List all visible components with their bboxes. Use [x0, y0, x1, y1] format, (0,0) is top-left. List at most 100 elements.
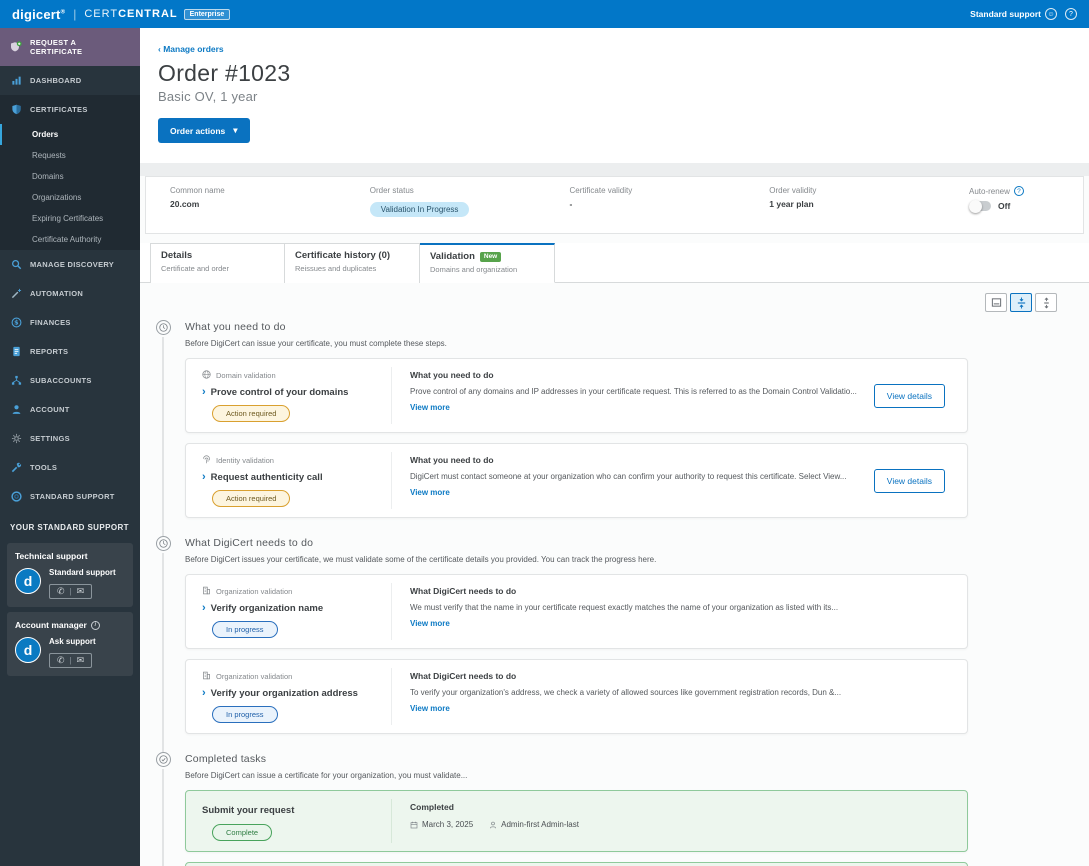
globe-icon — [202, 370, 211, 381]
section-description: Before DigiCert issues your certificate,… — [185, 555, 657, 564]
technical-support-card: Technical support d Standard support ✆ |… — [7, 543, 133, 607]
section-what-digicert-needs-to-do: What DigiCert needs to do Before DigiCer… — [140, 536, 1089, 752]
help-icon[interactable]: ? — [1065, 8, 1077, 20]
building-icon — [202, 586, 211, 597]
person-icon — [10, 404, 22, 415]
order-validity-field: Order validity 1 year plan — [769, 186, 817, 209]
divider-band — [140, 163, 1089, 176]
sidebar-item-certificates[interactable]: CERTIFICATES — [0, 95, 140, 124]
shield-icon — [10, 104, 22, 115]
sidebar-item-standard-support[interactable]: STANDARD SUPPORT — [0, 482, 140, 511]
section-description: Before DigiCert can issue your certifica… — [185, 339, 447, 348]
support-name: Standard support — [49, 568, 116, 577]
sidebar-subitem-domains[interactable]: Domains — [0, 166, 140, 187]
card-view-icon — [991, 298, 1001, 307]
expand-chevron-icon[interactable]: › — [202, 472, 206, 483]
section-title: Completed tasks — [185, 753, 267, 765]
info-icon[interactable]: i — [90, 620, 100, 630]
collapse-all-icon — [1017, 297, 1025, 308]
status-pill: Action required — [212, 490, 291, 507]
report-document-icon — [10, 346, 22, 357]
view-more-link[interactable]: View more — [410, 619, 450, 628]
auto-renew-help-icon[interactable]: ? — [1013, 186, 1024, 196]
gear-icon — [10, 433, 22, 444]
auto-renew-field: Auto-renew ? Off — [969, 186, 1059, 217]
order-actions-button[interactable]: Order actions ▾ — [158, 118, 250, 143]
tab-validation[interactable]: Validation New Domains and organization — [420, 243, 555, 283]
support-avatar: d — [15, 568, 41, 594]
person-icon — [489, 821, 497, 829]
sidebar-subitem-expiring-certificates[interactable]: Expiring Certificates — [0, 208, 140, 229]
sidebar-item-finances[interactable]: $ FINANCES — [0, 308, 140, 337]
sidebar-item-reports[interactable]: REPORTS — [0, 337, 140, 366]
certcentral-logo: CERTCENTRAL — [84, 8, 178, 20]
dollar-icon: $ — [10, 317, 22, 328]
your-standard-support-heading: YOUR STANDARD SUPPORT — [10, 523, 129, 532]
email-icon[interactable]: ✉ — [77, 655, 85, 666]
top-bar: digicert® | CERTCENTRAL Enterprise Stand… — [0, 0, 1089, 28]
expand-chevron-icon[interactable]: › — [202, 387, 206, 398]
brand-divider: | — [73, 7, 77, 21]
digicert-logo[interactable]: digicert® — [12, 7, 65, 22]
card-view-button[interactable] — [985, 293, 1007, 312]
new-badge: New — [479, 251, 502, 262]
task-card-verify-organization-address: Organization validation › Verify your or… — [185, 659, 968, 734]
sidebar-item-settings[interactable]: SETTINGS — [0, 424, 140, 453]
sidebar-item-account[interactable]: ACCOUNT — [0, 395, 140, 424]
clock-icon — [155, 320, 171, 335]
section-title: What DigiCert needs to do — [185, 537, 314, 549]
sidebar-subitem-requests[interactable]: Requests — [0, 145, 140, 166]
account-manager-title: Account manager — [15, 620, 87, 630]
view-more-link[interactable]: View more — [410, 704, 450, 713]
view-details-button[interactable]: View details — [873, 469, 945, 493]
standard-support-menu[interactable]: Standard support ☺ — [970, 8, 1057, 20]
manager-name: Ask support — [49, 637, 96, 646]
expand-all-button[interactable] — [1035, 293, 1057, 312]
request-certificate-button[interactable]: REQUEST A CERTIFICATE — [0, 28, 140, 66]
expand-chevron-icon[interactable]: › — [202, 688, 206, 699]
sidebar-subitem-organizations[interactable]: Organizations — [0, 187, 140, 208]
building-icon — [202, 671, 211, 682]
bar-chart-icon — [10, 75, 22, 86]
breadcrumb[interactable]: ‹ Manage orders — [158, 44, 1089, 54]
collapse-all-button[interactable] — [1010, 293, 1032, 312]
tab-details[interactable]: Details Certificate and order — [150, 243, 285, 283]
support-contact-buttons[interactable]: ✆ | ✉ — [49, 584, 93, 599]
page-subtitle: Basic OV, 1 year — [158, 89, 258, 104]
email-icon[interactable]: ✉ — [77, 586, 85, 597]
section-what-you-need-to-do: What you need to do Before DigiCert can … — [140, 320, 1089, 536]
phone-icon[interactable]: ✆ — [57, 655, 65, 666]
subaccounts-icon — [10, 375, 22, 386]
view-more-link[interactable]: View more — [410, 488, 450, 497]
expand-chevron-icon[interactable]: › — [202, 603, 206, 614]
sidebar-item-subaccounts[interactable]: SUBACCOUNTS — [0, 366, 140, 395]
auto-renew-toggle[interactable] — [969, 199, 991, 213]
certificate-validity-field: Certificate validity - — [569, 186, 633, 209]
sidebar-item-dashboard[interactable]: DASHBOARD — [0, 66, 140, 95]
sidebar-subitem-orders[interactable]: Orders — [0, 124, 140, 145]
wrench-icon — [10, 462, 22, 473]
status-pill: In progress — [212, 706, 278, 723]
status-badge: Validation In Progress — [369, 202, 470, 217]
order-status-field: Order status Validation In Progress — [369, 186, 570, 217]
tab-certificate-history[interactable]: Certificate history (0) Reissues and dup… — [285, 243, 420, 283]
sidebar-item-tools[interactable]: TOOLS — [0, 453, 140, 482]
main-content: ‹ Manage orders Order #1023 Basic OV, 1 … — [140, 28, 1089, 866]
task-card-request-authenticity-call: Identity validation › Request authentici… — [185, 443, 968, 518]
sidebar-subitem-certificate-authority[interactable]: Certificate Authority — [0, 229, 140, 250]
manager-contact-buttons[interactable]: ✆ | ✉ — [49, 653, 93, 668]
support-agent-icon: ☺ — [1045, 8, 1057, 20]
section-completed-tasks: Completed tasks Before DigiCert can issu… — [140, 752, 1089, 866]
completed-card-submit-request: Submit your request Complete Completed M… — [185, 790, 968, 852]
section-description: Before DigiCert can issue a certificate … — [185, 771, 468, 780]
view-more-link[interactable]: View more — [410, 403, 450, 412]
chevron-down-icon: ▾ — [233, 125, 238, 135]
completed-date: March 3, 2025 — [422, 820, 474, 829]
sidebar-item-automation[interactable]: AUTOMATION — [0, 279, 140, 308]
manager-avatar: d — [15, 637, 41, 663]
completed-card-submit-csr: Submit your CSR Complete Completed — [185, 862, 968, 866]
phone-icon[interactable]: ✆ — [57, 586, 65, 597]
sidebar-item-manage-discovery[interactable]: MANAGE DISCOVERY — [0, 250, 140, 279]
view-details-button[interactable]: View details — [873, 384, 945, 408]
svg-text:$: $ — [14, 319, 19, 327]
